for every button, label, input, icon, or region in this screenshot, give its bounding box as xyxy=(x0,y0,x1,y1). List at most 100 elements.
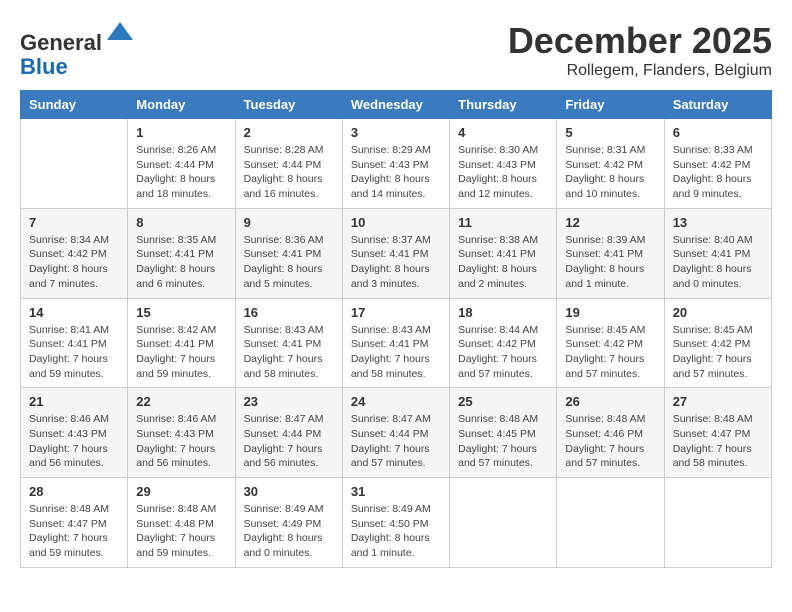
calendar-week-row: 7Sunrise: 8:34 AM Sunset: 4:42 PM Daylig… xyxy=(21,208,772,298)
day-info: Sunrise: 8:47 AM Sunset: 4:44 PM Dayligh… xyxy=(244,412,334,471)
calendar-cell: 22 Sunrise: 8:46 AM Sunset: 4:43 PM Dayli… xyxy=(128,388,235,478)
day-number: 24 xyxy=(351,394,441,409)
day-number: 31 xyxy=(351,484,441,499)
main-title: December 2025 xyxy=(508,20,772,62)
day-info: Sunrise: 8:46 AM Sunset: 4:43 PM Dayligh… xyxy=(29,412,119,471)
calendar-cell: 6 Sunrise: 8:33 AM Sunset: 4:42 PM Daylig… xyxy=(664,119,771,209)
day-info: Sunrise: 8:40 AM Sunset: 4:41 PM Dayligh… xyxy=(673,233,763,292)
day-of-week-header: Sunday xyxy=(21,91,128,119)
calendar-cell: 18Sunrise: 8:44 AM Sunset: 4:42 PM Dayli… xyxy=(450,298,557,388)
day-number: 19 xyxy=(565,305,655,320)
calendar-cell: 30 Sunrise: 8:49 AM Sunset: 4:49 PM Dayli… xyxy=(235,478,342,568)
calendar-cell: 13 Sunrise: 8:40 AM Sunset: 4:41 PM Dayli… xyxy=(664,208,771,298)
day-of-week-header: Friday xyxy=(557,91,664,119)
calendar-cell: 15 Sunrise: 8:42 AM Sunset: 4:41 PM Dayli… xyxy=(128,298,235,388)
calendar-header: SundayMondayTuesdayWednesdayThursdayFrid… xyxy=(21,91,772,119)
calendar-body: 1Sunrise: 8:26 AM Sunset: 4:44 PM Daylig… xyxy=(21,119,772,568)
day-number: 11 xyxy=(458,215,548,230)
day-info: Sunrise: 8:39 AM Sunset: 4:41 PM Dayligh… xyxy=(565,233,655,292)
day-of-week-header: Thursday xyxy=(450,91,557,119)
day-number: 30 xyxy=(244,484,334,499)
calendar-cell: 11 Sunrise: 8:38 AM Sunset: 4:41 PM Dayli… xyxy=(450,208,557,298)
day-info: Sunrise: 8:48 AM Sunset: 4:48 PM Dayligh… xyxy=(136,502,226,561)
calendar-cell: 12 Sunrise: 8:39 AM Sunset: 4:41 PM Dayli… xyxy=(557,208,664,298)
day-info: Sunrise: 8:49 AM Sunset: 4:49 PM Dayligh… xyxy=(244,502,334,561)
day-info: Sunrise: 8:36 AM Sunset: 4:41 PM Dayligh… xyxy=(244,233,334,292)
day-number: 22 xyxy=(136,394,226,409)
day-info: Sunrise: 8:44 AM Sunset: 4:42 PM Dayligh… xyxy=(458,323,548,382)
day-number: 14 xyxy=(29,305,119,320)
day-info: Sunrise: 8:47 AM Sunset: 4:44 PM Dayligh… xyxy=(351,412,441,471)
day-number: 12 xyxy=(565,215,655,230)
calendar-cell: 8Sunrise: 8:35 AM Sunset: 4:41 PM Daylig… xyxy=(128,208,235,298)
day-number: 16 xyxy=(244,305,334,320)
day-number: 21 xyxy=(29,394,119,409)
day-number: 27 xyxy=(673,394,763,409)
day-of-week-header: Tuesday xyxy=(235,91,342,119)
calendar-cell: 2 Sunrise: 8:28 AM Sunset: 4:44 PM Daylig… xyxy=(235,119,342,209)
calendar-cell xyxy=(664,478,771,568)
day-number: 29 xyxy=(136,484,226,499)
calendar-cell xyxy=(450,478,557,568)
calendar-cell: 1Sunrise: 8:26 AM Sunset: 4:44 PM Daylig… xyxy=(128,119,235,209)
day-info: Sunrise: 8:33 AM Sunset: 4:42 PM Dayligh… xyxy=(673,143,763,202)
day-number: 25 xyxy=(458,394,548,409)
day-info: Sunrise: 8:42 AM Sunset: 4:41 PM Dayligh… xyxy=(136,323,226,382)
day-info: Sunrise: 8:35 AM Sunset: 4:41 PM Dayligh… xyxy=(136,233,226,292)
calendar-cell: 9 Sunrise: 8:36 AM Sunset: 4:41 PM Daylig… xyxy=(235,208,342,298)
logo: General Blue xyxy=(20,20,135,79)
calendar-cell: 19 Sunrise: 8:45 AM Sunset: 4:42 PM Dayli… xyxy=(557,298,664,388)
day-number: 28 xyxy=(29,484,119,499)
subtitle: Rollegem, Flanders, Belgium xyxy=(508,62,772,80)
calendar-table: SundayMondayTuesdayWednesdayThursdayFrid… xyxy=(20,90,772,568)
day-of-week-header: Saturday xyxy=(664,91,771,119)
calendar-cell: 26 Sunrise: 8:48 AM Sunset: 4:46 PM Dayli… xyxy=(557,388,664,478)
logo-blue-text: Blue xyxy=(20,54,68,79)
calendar-cell: 14Sunrise: 8:41 AM Sunset: 4:41 PM Dayli… xyxy=(21,298,128,388)
calendar-cell: 25Sunrise: 8:48 AM Sunset: 4:45 PM Dayli… xyxy=(450,388,557,478)
day-info: Sunrise: 8:48 AM Sunset: 4:46 PM Dayligh… xyxy=(565,412,655,471)
day-number: 23 xyxy=(244,394,334,409)
calendar-cell: 7Sunrise: 8:34 AM Sunset: 4:42 PM Daylig… xyxy=(21,208,128,298)
day-number: 9 xyxy=(244,215,334,230)
days-of-week-row: SundayMondayTuesdayWednesdayThursdayFrid… xyxy=(21,91,772,119)
day-number: 13 xyxy=(673,215,763,230)
calendar-cell: 28 Sunrise: 8:48 AM Sunset: 4:47 PM Dayli… xyxy=(21,478,128,568)
calendar-cell: 4 Sunrise: 8:30 AM Sunset: 4:43 PM Daylig… xyxy=(450,119,557,209)
calendar-cell: 10Sunrise: 8:37 AM Sunset: 4:41 PM Dayli… xyxy=(342,208,449,298)
day-info: Sunrise: 8:46 AM Sunset: 4:43 PM Dayligh… xyxy=(136,412,226,471)
day-info: Sunrise: 8:28 AM Sunset: 4:44 PM Dayligh… xyxy=(244,143,334,202)
day-number: 2 xyxy=(244,125,334,140)
logo-general-text: General xyxy=(20,30,102,55)
calendar-cell: 20Sunrise: 8:45 AM Sunset: 4:42 PM Dayli… xyxy=(664,298,771,388)
calendar-cell: 3 Sunrise: 8:29 AM Sunset: 4:43 PM Daylig… xyxy=(342,119,449,209)
day-info: Sunrise: 8:45 AM Sunset: 4:42 PM Dayligh… xyxy=(565,323,655,382)
calendar-week-row: 21 Sunrise: 8:46 AM Sunset: 4:43 PM Dayli… xyxy=(21,388,772,478)
calendar-cell: 21 Sunrise: 8:46 AM Sunset: 4:43 PM Dayli… xyxy=(21,388,128,478)
calendar-cell xyxy=(557,478,664,568)
day-info: Sunrise: 8:48 AM Sunset: 4:47 PM Dayligh… xyxy=(673,412,763,471)
day-info: Sunrise: 8:48 AM Sunset: 4:47 PM Dayligh… xyxy=(29,502,119,561)
day-info: Sunrise: 8:49 AM Sunset: 4:50 PM Dayligh… xyxy=(351,502,441,561)
day-info: Sunrise: 8:38 AM Sunset: 4:41 PM Dayligh… xyxy=(458,233,548,292)
day-number: 15 xyxy=(136,305,226,320)
day-info: Sunrise: 8:43 AM Sunset: 4:41 PM Dayligh… xyxy=(351,323,441,382)
calendar-cell: 16Sunrise: 8:43 AM Sunset: 4:41 PM Dayli… xyxy=(235,298,342,388)
calendar-cell: 24 Sunrise: 8:47 AM Sunset: 4:44 PM Dayli… xyxy=(342,388,449,478)
day-number: 17 xyxy=(351,305,441,320)
calendar-week-row: 14Sunrise: 8:41 AM Sunset: 4:41 PM Dayli… xyxy=(21,298,772,388)
day-info: Sunrise: 8:29 AM Sunset: 4:43 PM Dayligh… xyxy=(351,143,441,202)
day-number: 6 xyxy=(673,125,763,140)
day-info: Sunrise: 8:30 AM Sunset: 4:43 PM Dayligh… xyxy=(458,143,548,202)
day-number: 4 xyxy=(458,125,548,140)
day-of-week-header: Wednesday xyxy=(342,91,449,119)
calendar-cell: 5Sunrise: 8:31 AM Sunset: 4:42 PM Daylig… xyxy=(557,119,664,209)
calendar-week-row: 1Sunrise: 8:26 AM Sunset: 4:44 PM Daylig… xyxy=(21,119,772,209)
day-number: 26 xyxy=(565,394,655,409)
day-number: 1 xyxy=(136,125,226,140)
calendar-cell: 27 Sunrise: 8:48 AM Sunset: 4:47 PM Dayli… xyxy=(664,388,771,478)
day-number: 5 xyxy=(565,125,655,140)
day-number: 10 xyxy=(351,215,441,230)
day-number: 3 xyxy=(351,125,441,140)
page-header: General Blue December 2025 Rollegem, Fla… xyxy=(20,20,772,80)
